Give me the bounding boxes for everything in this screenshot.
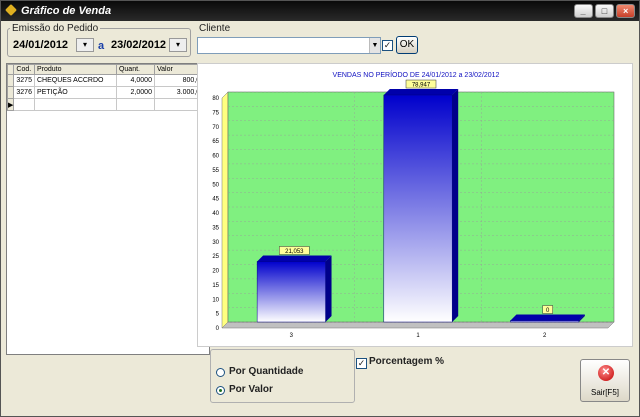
date-separator: a	[98, 40, 105, 52]
cliente-checkbox[interactable]: ✓	[382, 40, 393, 51]
table-row[interactable]: 3276 PETIÇÃO 2,0000 3.000,00	[6, 86, 208, 99]
por-quantidade-label[interactable]: Por Quantidade	[229, 366, 303, 377]
exit-icon: ✕	[598, 365, 614, 381]
y-tick-label: 65	[212, 139, 219, 145]
bar	[383, 94, 453, 323]
table-row-new[interactable]: ▶	[6, 98, 208, 111]
y-tick-label: 50	[212, 182, 219, 188]
cliente-legend: Cliente	[199, 23, 231, 34]
col-header-cod[interactable]: Cod.	[13, 64, 35, 75]
products-grid[interactable]: Cod. Produto Quant. Valor 3275 CHEQUES A…	[6, 63, 210, 355]
key-icon	[5, 4, 17, 16]
x-tick-label: 2	[543, 333, 547, 339]
y-tick-label: 55	[212, 168, 219, 174]
chevron-down-icon[interactable]: ▼	[369, 38, 380, 53]
bar-top	[383, 89, 459, 96]
y-tick-label: 75	[212, 110, 219, 116]
y-tick-label: 35	[212, 225, 219, 231]
y-tick-label: 5	[216, 312, 220, 318]
y-tick-label: 40	[212, 211, 219, 217]
maximize-button[interactable]: □	[595, 4, 614, 18]
sair-label: Sair[F5]	[590, 388, 619, 397]
cell-produto: CHEQUES ACCRDO	[33, 74, 117, 87]
chart-panel: VENDAS NO PERÍODO DE 24/01/2012 a 23/02/…	[197, 63, 633, 347]
y-tick-label: 60	[212, 154, 219, 160]
y-tick-label: 15	[212, 283, 219, 289]
y-tick-label: 70	[212, 125, 219, 131]
title-bar: Gráfico de Venda _ □ ×	[1, 1, 639, 21]
y-tick-label: 80	[212, 96, 219, 102]
col-header-produto[interactable]: Produto	[33, 64, 117, 75]
cliente-select[interactable]	[197, 37, 381, 54]
x-tick-label: 3	[290, 333, 294, 339]
chart-floor	[221, 321, 615, 329]
cell-cod: 3275	[13, 74, 35, 87]
y-tick-label: 25	[212, 254, 219, 260]
chart-title: VENDAS NO PERÍODO DE 24/01/2012 a 23/02/…	[332, 72, 500, 79]
date-to-field[interactable]: 23/02/2012	[111, 39, 166, 51]
close-button[interactable]: ×	[616, 4, 635, 18]
ok-button[interactable]: OK	[396, 36, 418, 54]
minimize-button[interactable]: _	[574, 4, 593, 18]
main-window: Gráfico de Venda _ □ × Emissão do Pedido…	[0, 0, 640, 417]
date-to-picker-button[interactable]: ▾	[169, 38, 187, 52]
y-tick-label: 10	[212, 297, 219, 303]
bar-top	[510, 314, 585, 321]
bar-side	[325, 255, 332, 322]
chart-left-wall	[221, 91, 229, 329]
porcentagem-label[interactable]: Porcentagem %	[369, 356, 444, 367]
por-valor-radio[interactable]	[216, 386, 225, 395]
porcentagem-checkbox[interactable]: ✓	[356, 358, 367, 369]
cell-quant: 4,0000	[115, 74, 155, 87]
col-header-quant[interactable]: Quant.	[115, 64, 155, 75]
x-tick-label: 1	[416, 333, 420, 339]
bar	[510, 320, 580, 323]
bar-top	[257, 255, 332, 262]
date-from-picker-button[interactable]: ▾	[76, 38, 94, 52]
emissao-legend: Emissão do Pedido	[12, 23, 99, 34]
y-tick-label: 45	[212, 197, 219, 203]
window-title: Gráfico de Venda	[21, 5, 112, 17]
cell-quant: 2,0000	[115, 86, 155, 99]
por-valor-label[interactable]: Por Valor	[229, 384, 273, 395]
y-tick-label: 30	[212, 240, 219, 246]
y-tick-label: 0	[216, 326, 220, 332]
table-row[interactable]: 3275 CHEQUES ACCRDO 4,0000 800,00	[6, 74, 208, 87]
cell-cod: 3276	[13, 86, 35, 99]
bar	[256, 261, 326, 323]
bar-side	[452, 89, 459, 322]
por-quantidade-radio[interactable]	[216, 368, 225, 377]
sair-button[interactable]: ✕ Sair[F5]	[580, 359, 630, 402]
y-tick-label: 20	[212, 269, 219, 275]
bar-chart: 0 5 10 15 20 25 30 35 40 45 50 55 60 65 70 75 80 21,053 3 7…	[212, 79, 615, 339]
cell-produto: PETIÇÃO	[33, 86, 117, 99]
date-from-field[interactable]: 24/01/2012	[13, 39, 68, 51]
data-label: 21,053	[285, 249, 304, 255]
data-label: 78,947	[412, 83, 431, 89]
